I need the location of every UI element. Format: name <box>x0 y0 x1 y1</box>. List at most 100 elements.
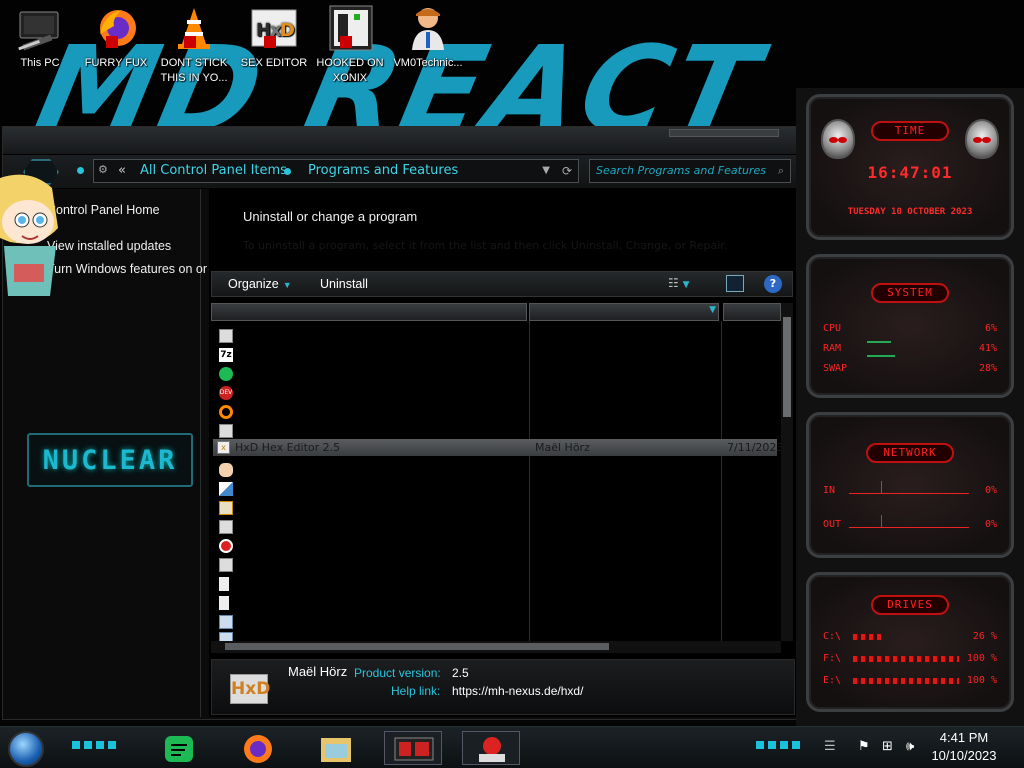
command-bar: Organize ▼ Uninstall ☷ ▼ ? <box>211 271 793 297</box>
ram-label: RAM <box>823 343 842 354</box>
technician-icon <box>404 4 452 52</box>
magnifier-icon[interactable] <box>219 405 233 419</box>
recent-pages-dot[interactable] <box>77 167 84 174</box>
chevron-down-icon[interactable]: ▼ <box>542 160 550 182</box>
drive-f-label: F:\ <box>823 653 842 664</box>
record-icon[interactable] <box>219 539 233 553</box>
flag-icon[interactable]: ⚑ <box>858 739 870 754</box>
uninstall-button[interactable]: Uninstall <box>320 272 368 296</box>
desktop-icon-hooked-on-xonix[interactable]: HOOKED ON XONIX <box>314 4 386 86</box>
network-out-value: 0% <box>984 519 997 530</box>
gadget-date: TUESDAY 10 OCTOBER 2023 <box>847 207 973 217</box>
swap-label: SWAP <box>823 363 848 374</box>
search-icon[interactable]: ⌕ <box>778 160 784 182</box>
avatar-icon[interactable] <box>219 463 233 477</box>
page-subtitle: To uninstall a program, select it from t… <box>243 239 728 252</box>
firefox-icon <box>92 4 140 52</box>
table-row-selected[interactable]: x HxD Hex Editor 2.5 Maël Hörz 7/11/2023 <box>213 439 783 456</box>
java-icon[interactable] <box>219 501 233 515</box>
breadcrumb-all-control-panel-items[interactable]: All Control Panel Items <box>140 160 287 182</box>
7zip-icon[interactable]: 7z <box>219 348 233 362</box>
swap-meter <box>867 355 895 357</box>
clock-date: 10/10/2023 <box>931 748 997 763</box>
search-input[interactable]: Search Programs and Features ⌕ <box>589 159 791 183</box>
column-header-name[interactable] <box>211 303 527 321</box>
desktop-icon-dont-stick[interactable]: DONT STICK THIS IN YO... <box>158 4 230 86</box>
desktop-icon-this-pc[interactable]: This PC <box>4 4 76 71</box>
program-icon-window[interactable] <box>219 520 233 534</box>
scrollbar-thumb[interactable] <box>225 643 609 650</box>
preview-pane-icon[interactable] <box>726 275 744 292</box>
taskbar-file-explorer[interactable] <box>306 731 364 765</box>
program-icon-window[interactable] <box>219 558 233 572</box>
help-link[interactable]: https://mh-nexus.de/hxd/ <box>452 684 583 698</box>
row-publisher: Maël Hörz <box>535 441 590 454</box>
chevron-down-icon: ▼ <box>282 280 292 290</box>
drive-f-bar <box>853 656 959 662</box>
character-sticker <box>0 168 62 298</box>
installer-icon[interactable] <box>219 482 233 496</box>
product-version-value: 2.5 <box>452 666 469 680</box>
breadcrumb-separator[interactable] <box>284 168 291 175</box>
column-header-installed-on[interactable] <box>723 303 781 321</box>
desktop-icon-furry-fux[interactable]: FURRY FUX <box>80 4 152 71</box>
organize-button[interactable]: Organize ▼ <box>228 272 292 297</box>
windows-features-link[interactable]: Turn Windows features on or <box>47 262 207 276</box>
program-icon-window[interactable] <box>219 424 233 438</box>
setup-icon[interactable] <box>219 615 233 629</box>
desktop-icon-vm0technic[interactable]: VM0Technic... <box>392 4 464 71</box>
drive-c-value: 26 % <box>972 631 997 642</box>
spotify-icon[interactable] <box>219 367 233 381</box>
view-options-icon[interactable]: ☷ ▼ <box>668 276 708 293</box>
desktop-icon-sex-editor[interactable]: HxD SEX EDITOR <box>238 4 310 71</box>
volume-icon[interactable]: 🕪 <box>906 739 914 754</box>
column-divider <box>529 321 530 641</box>
hxd-icon: HxD <box>250 4 298 52</box>
program-icon-window[interactable] <box>219 329 233 343</box>
network-out-label: OUT <box>823 519 842 530</box>
row-program-name: HxD Hex Editor 2.5 <box>235 441 341 454</box>
taskbar-recorder[interactable] <box>462 731 520 765</box>
column-header-publisher[interactable]: ▼ <box>529 303 719 321</box>
document-icon[interactable] <box>219 596 229 610</box>
document-icon[interactable] <box>219 577 229 591</box>
taskbar-decoration <box>72 741 116 749</box>
taskbar-spotify[interactable] <box>150 731 208 765</box>
scrollbar-thumb[interactable] <box>783 317 791 417</box>
drive-e-label: E:\ <box>823 675 842 686</box>
dev-cpp-icon[interactable]: DEV <box>219 386 233 400</box>
search-placeholder: Search Programs and Features <box>596 164 766 177</box>
titlebar-tab <box>669 129 779 137</box>
drive-e-value: 100 % <box>966 675 997 686</box>
taskbar-firefox[interactable] <box>228 731 286 765</box>
column-divider <box>721 321 722 641</box>
chevron-down-icon[interactable]: ▼ <box>709 305 716 315</box>
firefox-icon <box>244 735 272 763</box>
desktop: MD REACT This PC FURRY FUX DONT STICK TH… <box>0 0 1024 768</box>
details-publisher: Maël Hörz <box>288 664 348 679</box>
window-titlebar[interactable] <box>3 127 799 155</box>
breadcrumb-programs-and-features[interactable]: Programs and Features <box>308 160 458 182</box>
help-icon[interactable]: ? <box>764 275 782 293</box>
alien-head-icon <box>821 119 855 159</box>
network-icon[interactable]: ⊞ <box>882 739 893 754</box>
vertical-scrollbar[interactable] <box>781 303 793 641</box>
cpu-label: CPU <box>823 323 842 334</box>
view-installed-updates-link[interactable]: View installed updates <box>47 239 171 253</box>
refresh-icon[interactable]: ⟳ <box>562 160 572 182</box>
network-out-graph <box>849 527 969 528</box>
horizontal-scrollbar[interactable] <box>211 641 781 653</box>
control-panel-home-link[interactable]: Control Panel Home <box>47 203 160 217</box>
address-bar[interactable]: ⚙ « All Control Panel Items Programs and… <box>93 159 579 183</box>
taskbar-control-panel[interactable] <box>384 731 442 765</box>
show-hidden-icons[interactable]: ☰ <box>824 739 836 754</box>
control-panel-icon: ⚙ <box>98 163 108 176</box>
start-button[interactable] <box>8 731 44 767</box>
row-installed-on: 7/11/2023 <box>727 441 784 454</box>
system-clock[interactable]: 4:41 PM 10/10/2023 <box>914 729 1014 765</box>
ram-meter <box>867 341 891 343</box>
drive-e-bar <box>853 678 959 684</box>
time-gadget: TIME 16:47:01 TUESDAY 10 OCTOBER 2023 <box>806 94 1014 240</box>
breadcrumb-overflow[interactable]: « <box>118 160 126 182</box>
cpu-value: 6% <box>984 323 997 334</box>
